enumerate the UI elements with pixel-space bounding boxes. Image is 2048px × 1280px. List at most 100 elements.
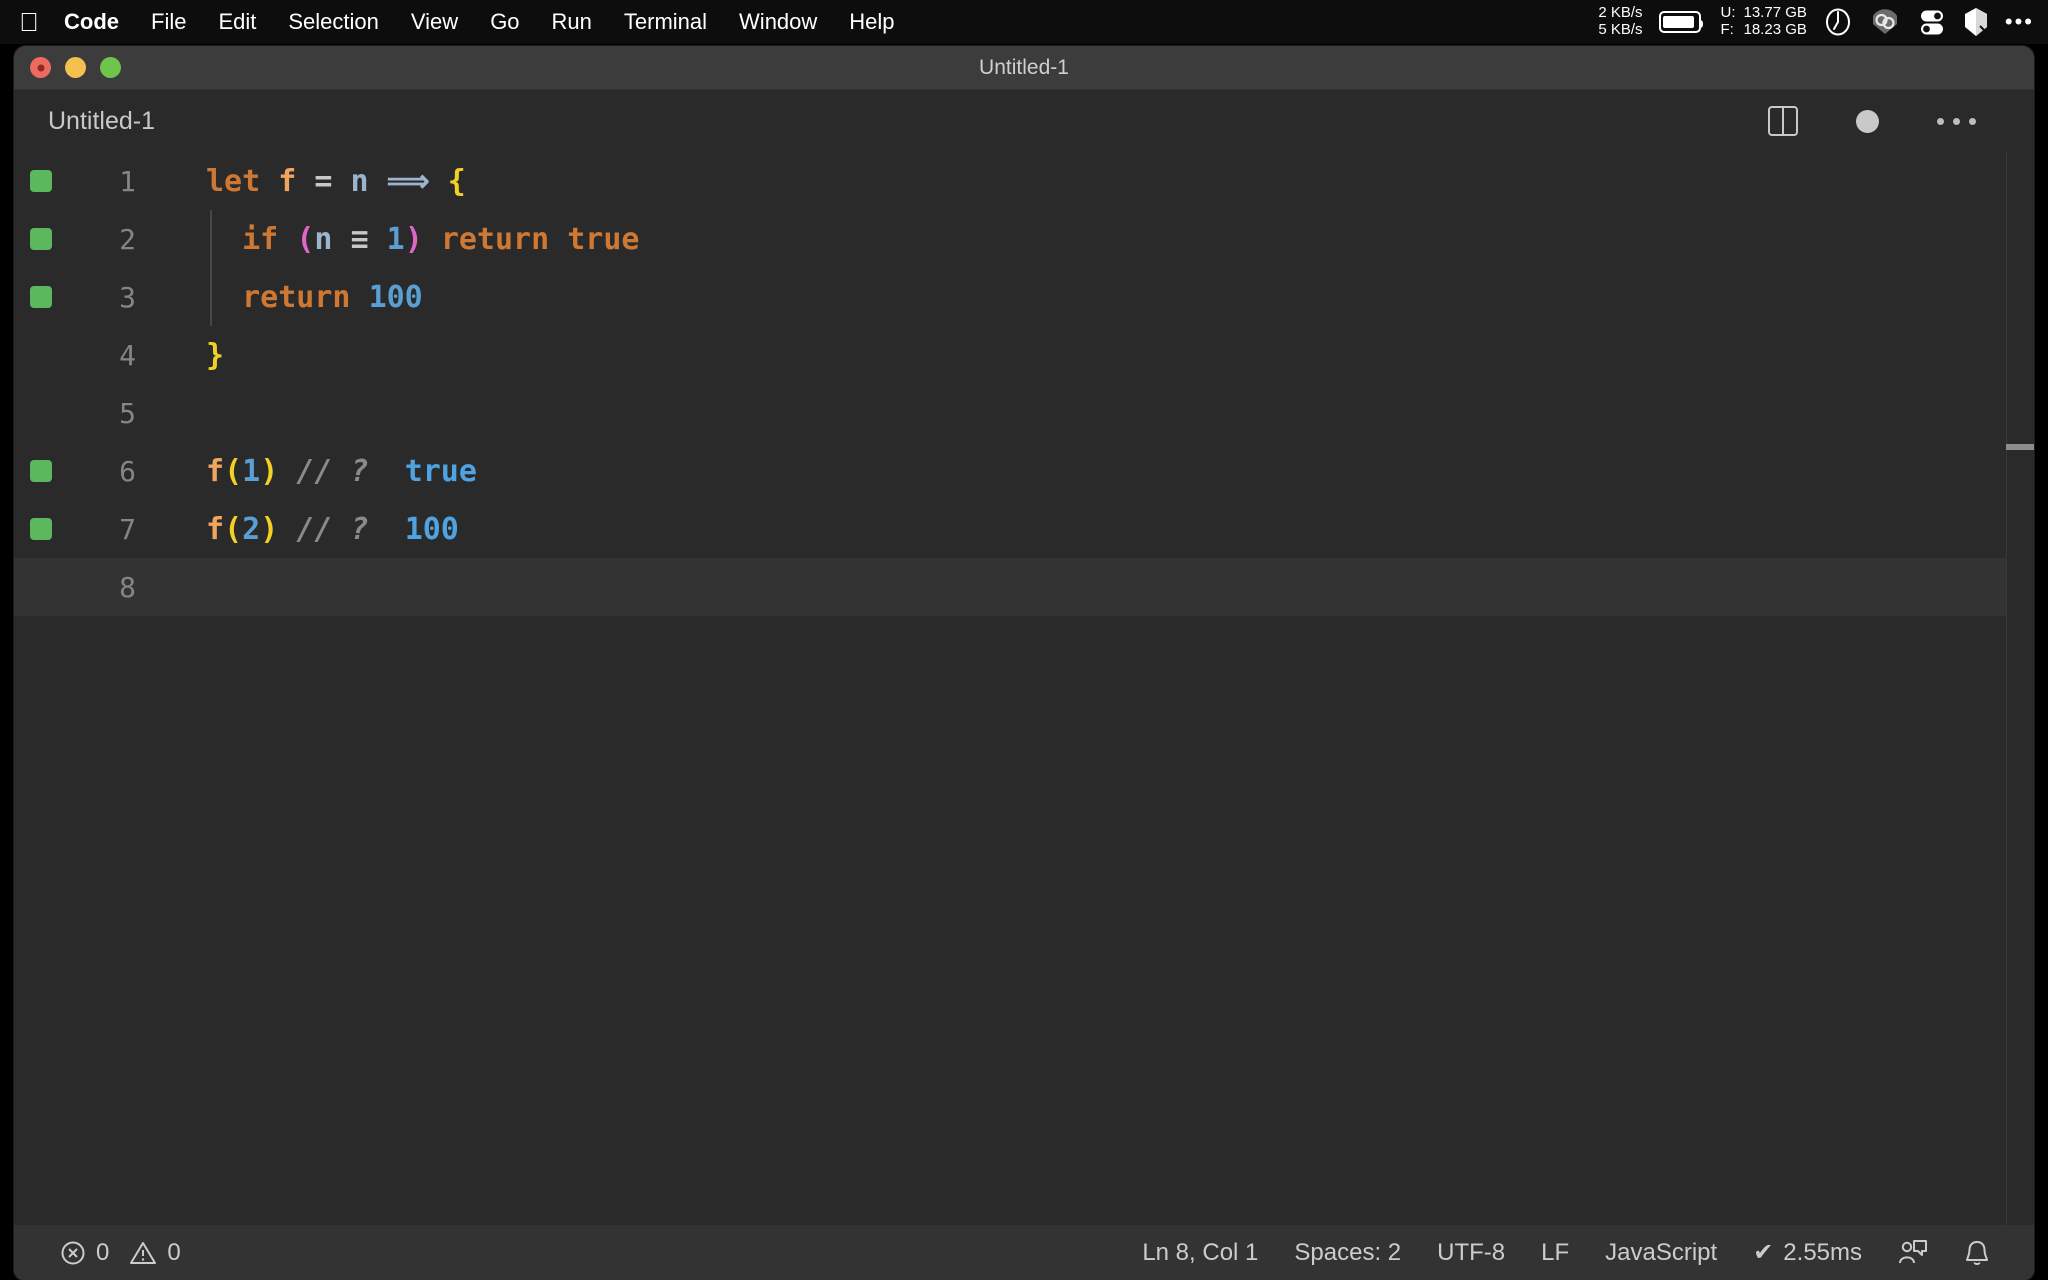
more-actions-icon[interactable]	[1937, 117, 1976, 125]
menu-item-file[interactable]: File	[135, 0, 202, 44]
gutter-indicator[interactable]	[30, 228, 52, 250]
code-line-3[interactable]: 3 return 100	[14, 268, 2034, 326]
code-token: // ?	[296, 511, 369, 547]
cursor-position[interactable]: Ln 8, Col 1	[1124, 1225, 1276, 1280]
line-number: 2	[119, 222, 136, 256]
code-token: return	[242, 279, 351, 315]
memory-used-key: U:	[1720, 4, 1736, 22]
language-mode[interactable]: JavaScript	[1587, 1225, 1735, 1280]
gutter-indicator[interactable]	[30, 286, 52, 308]
editor-actions	[1768, 106, 2012, 136]
split-editor-icon[interactable]	[1768, 106, 1798, 136]
code-token: true	[567, 221, 640, 257]
warning-count: 0	[167, 1238, 181, 1266]
upload-speed: 2 KB/s	[1598, 4, 1643, 22]
code-line-6[interactable]: 6 f(1) // ? true	[14, 442, 2034, 500]
line-number: 7	[119, 512, 136, 546]
menu-item-help[interactable]: Help	[833, 0, 910, 44]
problems-status[interactable]: 0 0	[42, 1225, 199, 1280]
line-content: return 100	[206, 268, 423, 326]
bell-icon[interactable]	[1946, 1225, 2008, 1280]
toggles-icon[interactable]	[1917, 7, 1947, 37]
line-content: if (n ≡ 1) return true	[206, 210, 640, 268]
close-button[interactable]	[30, 57, 51, 78]
menu-item-edit[interactable]: Edit	[202, 0, 272, 44]
quokka-check-icon: ✔	[1753, 1239, 1774, 1266]
code-token: let	[206, 163, 261, 199]
maximize-button[interactable]	[100, 57, 121, 78]
status-bar: 0 0 Ln 8, Col 1 Spaces: 2 UTF-8 LF JavaS…	[14, 1225, 2034, 1280]
network-speed-indicator[interactable]: 2 KB/s 5 KB/s	[1598, 4, 1643, 39]
code-token: 2	[242, 511, 261, 547]
code-token: 100	[404, 511, 459, 547]
gutter-indicator[interactable]	[30, 518, 52, 540]
eol-setting[interactable]: LF	[1523, 1225, 1587, 1280]
code-line-8[interactable]: 8	[14, 558, 2034, 616]
code-token: {	[447, 163, 466, 199]
code-token: if	[242, 221, 279, 257]
line-number: 4	[119, 338, 136, 372]
indentation-setting[interactable]: Spaces: 2	[1276, 1225, 1419, 1280]
menu-item-go[interactable]: Go	[474, 0, 535, 44]
line-number: 3	[119, 280, 136, 314]
code-line-1[interactable]: 1 let f = n ⟹ {	[14, 152, 2034, 210]
code-token: 1	[242, 453, 261, 489]
tab-untitled-1[interactable]: Untitled-1	[48, 107, 155, 136]
unsaved-dot-icon[interactable]	[1856, 109, 1879, 133]
cloud-sync-icon[interactable]	[1869, 8, 1901, 36]
gutter-indicator[interactable]	[30, 460, 52, 482]
menu-item-view[interactable]: View	[395, 0, 474, 44]
gutter-indicator[interactable]	[30, 170, 52, 192]
line-content: }	[206, 326, 224, 384]
shield-icon[interactable]	[1963, 7, 1989, 37]
memory-used-value: 13.77 GB	[1743, 4, 1807, 22]
vscode-window: Untitled-1 Untitled-1 1 let f = n ⟹ {2 if…	[14, 46, 2034, 1280]
code-token: // ?	[296, 453, 369, 489]
code-editor[interactable]: 1 let f = n ⟹ {2 if (n ≡ 1) return true 3 …	[14, 152, 2034, 1225]
code-line-4[interactable]: 4}	[14, 326, 2034, 384]
error-count: 0	[96, 1238, 110, 1266]
line-content: f(2) // ? 100	[206, 500, 459, 558]
minimize-button[interactable]	[65, 57, 86, 78]
clock-icon[interactable]	[1823, 7, 1853, 37]
code-line-7[interactable]: 7 f(2) // ? 100	[14, 500, 2034, 558]
code-line-5[interactable]: 5	[14, 384, 2034, 442]
menu-overflow-icon[interactable]: •••	[2005, 9, 2034, 35]
code-token: f	[206, 511, 225, 547]
code-line-2[interactable]: 2 if (n ≡ 1) return true	[14, 210, 2034, 268]
feedback-person-icon[interactable]	[1880, 1225, 1946, 1280]
overview-ruler[interactable]	[2006, 152, 2034, 1225]
menu-item-selection[interactable]: Selection	[272, 0, 395, 44]
memory-indicator[interactable]: U: F: 13.77 GB 18.23 GB	[1720, 4, 1807, 39]
code-token: )	[260, 453, 279, 489]
line-content: let f = n ⟹ {	[206, 152, 466, 210]
code-lines[interactable]: 1 let f = n ⟹ {2 if (n ≡ 1) return true 3 …	[14, 152, 2034, 616]
code-token: return	[440, 221, 550, 257]
window-title-bar: Untitled-1	[14, 46, 2034, 90]
memory-free-key: F:	[1720, 21, 1734, 38]
active-line-highlight	[206, 558, 2034, 616]
apple-logo-icon[interactable]: 	[0, 0, 48, 44]
encoding-setting[interactable]: UTF-8	[1419, 1225, 1523, 1280]
line-number: 6	[119, 454, 136, 488]
battery-full-icon[interactable]	[1658, 10, 1705, 34]
menu-bar-items:  Code File Edit Selection View Go Run T…	[0, 0, 911, 44]
quokka-status[interactable]: ✔ 2.55ms	[1735, 1225, 1880, 1280]
menu-item-window[interactable]: Window	[723, 0, 833, 44]
menu-item-run[interactable]: Run	[536, 0, 608, 44]
code-token: =	[314, 163, 333, 199]
menu-item-code[interactable]: Code	[48, 0, 135, 44]
line-number: 8	[119, 570, 136, 604]
code-token: )	[260, 511, 279, 547]
code-token: }	[206, 337, 225, 373]
code-token: )	[404, 221, 423, 257]
menu-item-terminal[interactable]: Terminal	[608, 0, 723, 44]
